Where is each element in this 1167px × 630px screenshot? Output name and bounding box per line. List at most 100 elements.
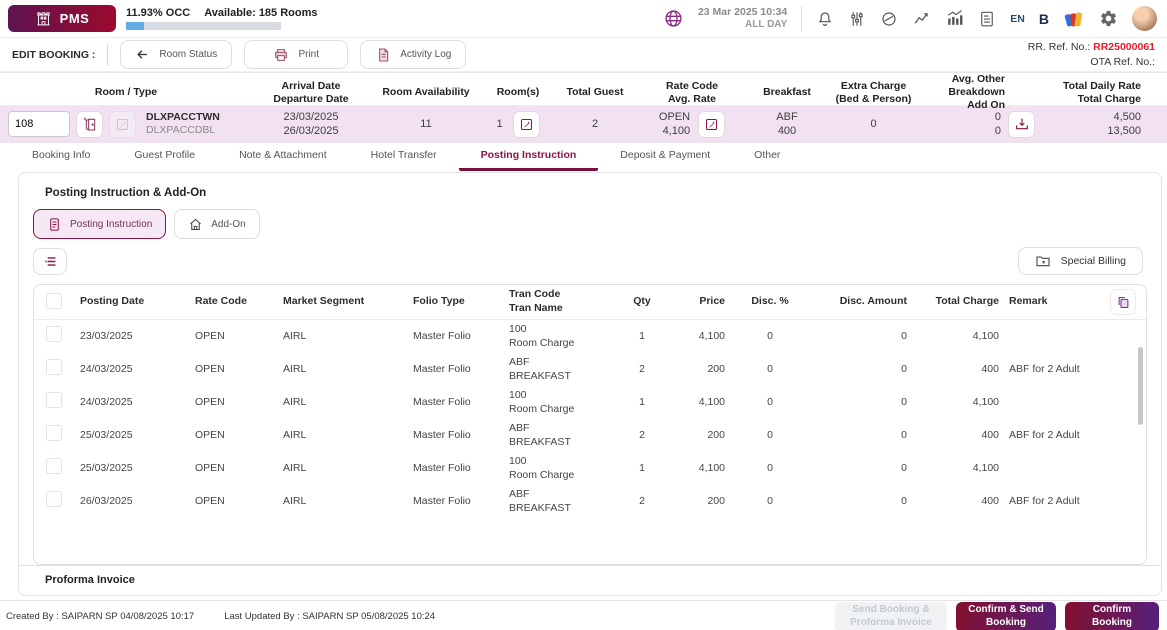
theme-button[interactable] bbox=[1063, 8, 1085, 30]
assign-room-button[interactable] bbox=[76, 111, 103, 138]
table-actions-row: Special Billing bbox=[33, 247, 1147, 275]
room-rack-button[interactable] bbox=[848, 10, 866, 28]
qty-cell: 2 bbox=[619, 495, 665, 509]
home-icon bbox=[188, 217, 203, 232]
footer-bar: Created By : SAIPARN SP 04/08/2025 10:17… bbox=[0, 600, 1167, 630]
activity-log-button[interactable]: Activity Log bbox=[360, 40, 466, 69]
room-number-input[interactable] bbox=[8, 111, 70, 137]
edit-pencil-icon bbox=[519, 117, 534, 132]
total-charge-cell: 400 bbox=[917, 363, 1009, 377]
globe-icon bbox=[663, 8, 684, 29]
occupancy-progress bbox=[126, 22, 281, 30]
line-chart-button[interactable] bbox=[912, 9, 931, 28]
posting-date-cell: 24/03/2025 bbox=[80, 396, 195, 410]
print-button[interactable]: Print bbox=[244, 40, 348, 69]
tran-cell: 100Room Charge bbox=[509, 389, 619, 416]
folio-type-cell: Master Folio bbox=[413, 363, 509, 377]
posting-date-cell: 25/03/2025 bbox=[80, 462, 195, 476]
section-title: Posting Instruction & Add-On bbox=[45, 187, 1147, 199]
divider bbox=[107, 44, 108, 66]
list-menu-icon bbox=[42, 253, 59, 270]
top-bar: PMS 11.93% OCC Available: 185 Rooms 23 M… bbox=[0, 0, 1167, 38]
edit-rooms-button[interactable] bbox=[513, 111, 540, 138]
total-charge-cell: 4,100 bbox=[917, 330, 1009, 344]
market-segment-cell: AIRL bbox=[283, 429, 413, 443]
copy-rows-button[interactable] bbox=[1110, 289, 1136, 315]
room-type-alt: DLXPACCDBL bbox=[146, 124, 220, 137]
posting-instruction-toggle[interactable]: Posting Instruction bbox=[33, 209, 166, 239]
arrow-left-icon bbox=[135, 47, 150, 62]
tab[interactable]: Posting Instruction bbox=[459, 149, 599, 171]
add-breakdown-button[interactable] bbox=[1008, 111, 1035, 138]
row-checkbox[interactable] bbox=[46, 458, 62, 474]
settings-button[interactable] bbox=[1099, 9, 1118, 28]
posting-list-button[interactable] bbox=[33, 248, 67, 275]
edit-room-button-disabled bbox=[109, 111, 136, 138]
disc-pct-cell: 0 bbox=[735, 495, 805, 509]
market-segment-cell: AIRL bbox=[283, 396, 413, 410]
col-posting-date: Posting Date bbox=[80, 295, 195, 309]
confirm-send-booking-button[interactable]: Confirm & Send Booking bbox=[956, 602, 1056, 630]
avg-other-breakdown-cell: 00 bbox=[921, 110, 1049, 139]
tab[interactable]: Hotel Transfer bbox=[349, 149, 459, 171]
rr-ref-label: RR. Ref. No.: bbox=[1028, 41, 1090, 53]
tab[interactable]: Booking Info bbox=[10, 149, 112, 171]
posting-table-body: 23/03/2025 OPEN AIRL Master Folio 100Roo… bbox=[34, 320, 1146, 518]
posting-table-header: Posting Date Rate Code Market Segment Fo… bbox=[34, 285, 1146, 320]
tran-cell: 100Room Charge bbox=[509, 323, 619, 350]
copy-icon bbox=[1116, 295, 1131, 310]
table-scrollbar[interactable] bbox=[1138, 347, 1143, 425]
add-on-toggle[interactable]: Add-On bbox=[174, 209, 259, 239]
col-market-segment: Market Segment bbox=[283, 295, 413, 309]
report-icon bbox=[978, 10, 996, 28]
col-availability: Room Availability bbox=[370, 86, 482, 99]
bar-chart-button[interactable] bbox=[945, 9, 964, 28]
language-button[interactable]: EN bbox=[1010, 13, 1025, 25]
confirm-booking-button[interactable]: Confirm Booking bbox=[1065, 602, 1159, 630]
market-segment-cell: AIRL bbox=[283, 462, 413, 476]
posting-date-cell: 26/03/2025 bbox=[80, 495, 195, 509]
palette-icon bbox=[1063, 8, 1085, 30]
currency-button[interactable]: B bbox=[1039, 11, 1049, 27]
select-all-checkbox[interactable] bbox=[46, 293, 62, 309]
edit-rate-button[interactable] bbox=[698, 111, 725, 138]
breakfast-cell: ABF400 bbox=[748, 110, 826, 139]
row-checkbox[interactable] bbox=[46, 359, 62, 375]
rate-code-cell: OPEN bbox=[195, 462, 283, 476]
qty-cell: 1 bbox=[619, 462, 665, 476]
row-checkbox[interactable] bbox=[46, 491, 62, 507]
user-avatar[interactable] bbox=[1132, 6, 1157, 31]
disc-amount-cell: 0 bbox=[805, 330, 917, 344]
tab[interactable]: Other bbox=[732, 149, 802, 171]
qty-cell: 1 bbox=[619, 396, 665, 410]
col-arrival-departure: Arrival DateDeparture Date bbox=[252, 80, 370, 106]
tab[interactable]: Note & Attachment bbox=[217, 149, 349, 171]
total-guest-cell: 2 bbox=[554, 117, 636, 131]
pie-chart-button[interactable] bbox=[880, 10, 898, 28]
posting-toggles: Posting Instruction Add-On bbox=[33, 209, 1147, 239]
col-rate-code: Rate CodeAvg. Rate bbox=[636, 80, 748, 106]
price-cell: 4,100 bbox=[665, 396, 735, 410]
report-button[interactable] bbox=[978, 10, 996, 28]
room-status-button[interactable]: Room Status bbox=[120, 40, 232, 69]
pms-logo[interactable]: PMS bbox=[8, 5, 116, 32]
reference-numbers: RR. Ref. No.: RR25000061 OTA Ref. No.: bbox=[1028, 40, 1155, 68]
posting-date-cell: 24/03/2025 bbox=[80, 363, 195, 377]
tab[interactable]: Guest Profile bbox=[112, 149, 217, 171]
arrival-departure-cell: 23/03/202526/03/2025 bbox=[252, 110, 370, 139]
edit-pencil-icon bbox=[704, 117, 719, 132]
row-checkbox[interactable] bbox=[46, 326, 62, 342]
proforma-invoice-section[interactable]: Proforma Invoice bbox=[19, 565, 1161, 595]
row-checkbox[interactable] bbox=[46, 392, 62, 408]
disc-amount-cell: 0 bbox=[805, 363, 917, 377]
notifications-button[interactable] bbox=[816, 10, 834, 28]
ota-ref-label: OTA Ref. No.: bbox=[1090, 56, 1155, 68]
row-checkbox[interactable] bbox=[46, 425, 62, 441]
special-billing-button[interactable]: Special Billing bbox=[1018, 247, 1143, 275]
occ-progress-fill bbox=[126, 22, 144, 30]
col-total-guest: Total Guest bbox=[554, 86, 636, 99]
globe-button[interactable] bbox=[663, 8, 684, 29]
tab[interactable]: Deposit & Payment bbox=[598, 149, 732, 171]
booking-summary-row: DLXPACCTWN DLXPACCDBL 23/03/202526/03/20… bbox=[0, 106, 1167, 143]
market-segment-cell: AIRL bbox=[283, 330, 413, 344]
